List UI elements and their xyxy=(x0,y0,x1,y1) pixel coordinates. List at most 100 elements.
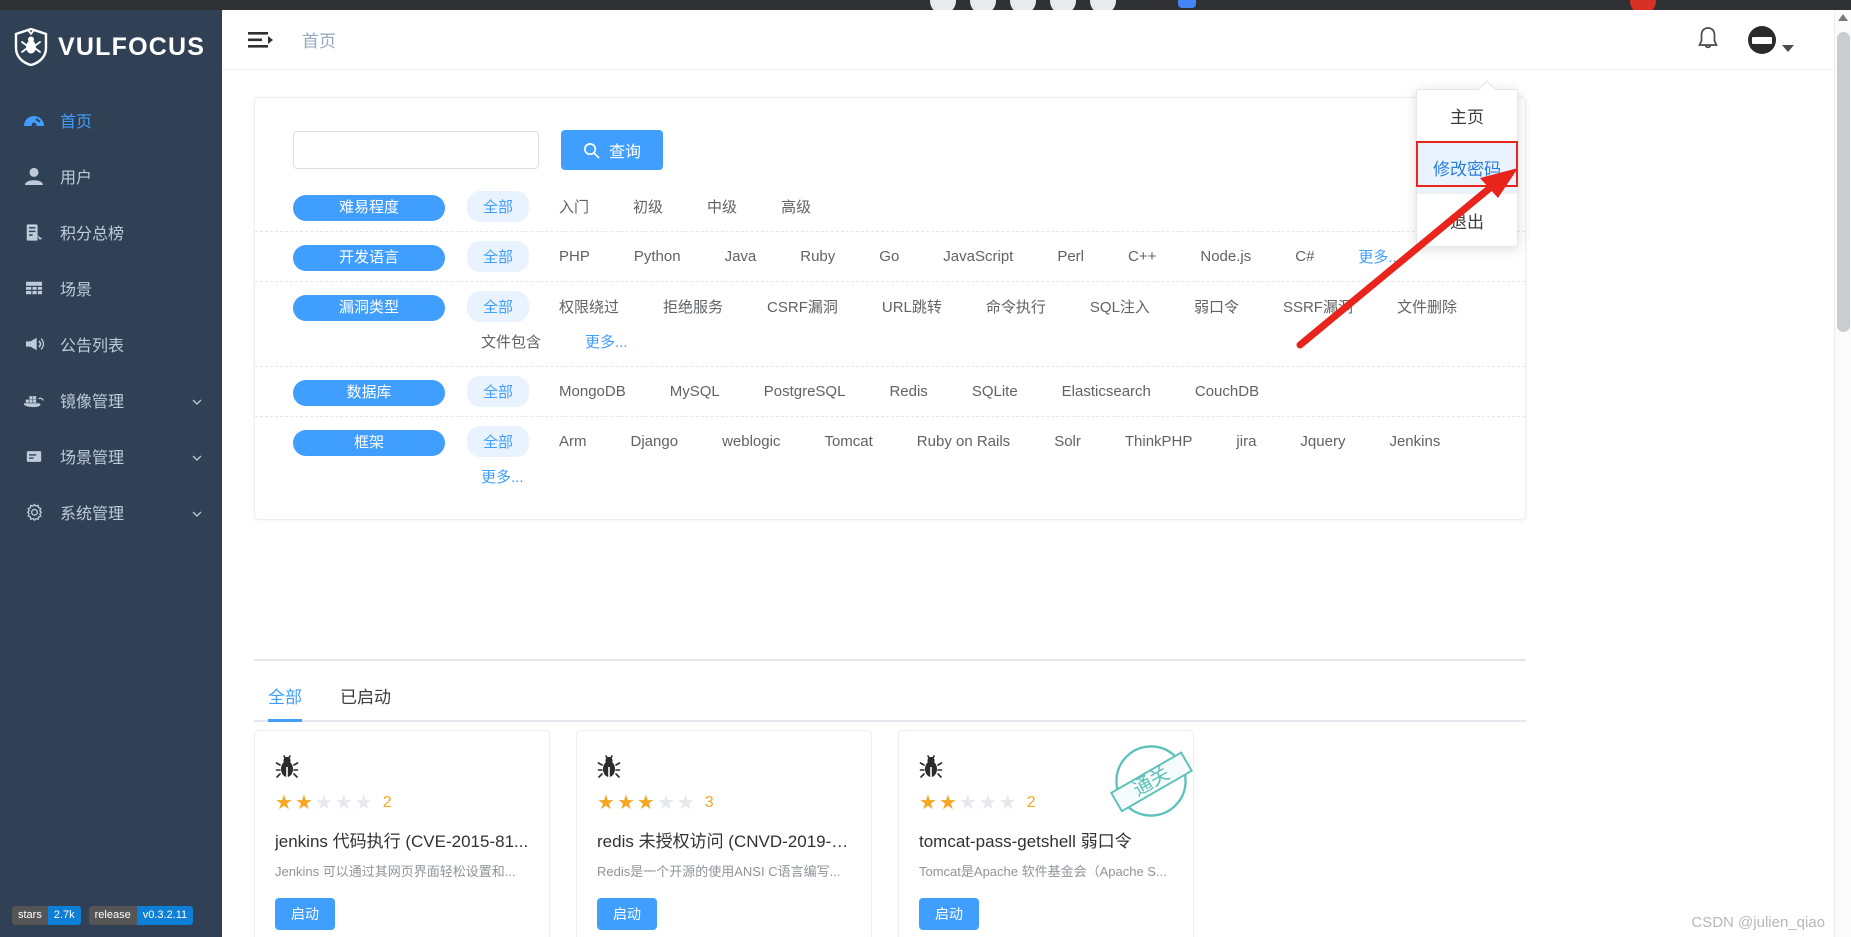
card-description: Tomcat是Apache 软件基金会（Apache S... xyxy=(919,864,1167,879)
filter-chip[interactable]: Jenkins xyxy=(1375,428,1454,455)
sidebar-item-ranking[interactable]: 积分总榜 xyxy=(0,204,222,260)
filter-chip[interactable]: 中级 xyxy=(693,191,751,222)
filter-chip[interactable]: Python xyxy=(620,243,695,270)
filter-chip[interactable]: PostgreSQL xyxy=(750,378,860,405)
release-badge-key: release xyxy=(88,906,137,925)
filter-values: 全部 入门 初级 中级 高级 xyxy=(459,191,833,222)
filter-chip[interactable]: SQLite xyxy=(958,378,1032,405)
filter-chip[interactable]: 全部 xyxy=(467,241,530,272)
sidebar-item-scenes[interactable]: 场景 xyxy=(0,260,222,316)
filter-chip[interactable]: 全部 xyxy=(467,191,530,222)
filter-more-link[interactable]: 更多... xyxy=(1344,241,1415,272)
filter-chip[interactable]: Node.js xyxy=(1186,243,1265,270)
filter-chip[interactable]: JavaScript xyxy=(929,243,1027,270)
filter-key-label: 漏洞类型 xyxy=(293,295,445,321)
sidebar-item-users[interactable]: 用户 xyxy=(0,148,222,204)
scenario-card[interactable]: ★ ★ ★ ★ ★ 2 jenkins 代码执行 (CVE-2015-81... Jenkin… xyxy=(254,730,550,937)
scenario-card[interactable]: ★ ★ ★ ★ ★ 3 redis 未授权访问 (CNVD-2019-2... Redis是一… xyxy=(576,730,872,937)
bell-icon[interactable] xyxy=(1696,26,1722,54)
filter-chip[interactable]: 高级 xyxy=(767,191,825,222)
scenario-card[interactable]: ★ ★ ★ ★ ★ 2 tomcat-pass-getshell 弱口令 Tomcat是Apa… xyxy=(898,730,1194,937)
menu-item-home[interactable]: 主页 xyxy=(1417,90,1517,142)
filter-chip[interactable]: Java xyxy=(711,243,771,270)
grid-icon xyxy=(22,278,46,298)
bug-icon xyxy=(919,753,945,781)
start-button[interactable]: 启动 xyxy=(275,898,335,930)
filter-chip[interactable]: C# xyxy=(1281,243,1328,270)
sidebar-nav: 首页 用户 积分总榜 场景 公告列表 镜像管理 场景管理 系统管理 xyxy=(0,92,222,540)
menu-item-logout[interactable]: 退出 xyxy=(1417,194,1517,246)
filter-chip[interactable]: ThinkPHP xyxy=(1111,428,1207,455)
filter-chip[interactable]: Perl xyxy=(1043,243,1098,270)
filter-chip[interactable]: 全部 xyxy=(467,376,530,407)
filter-chip[interactable]: 拒绝服务 xyxy=(649,291,737,322)
search-input[interactable] xyxy=(293,131,539,169)
caret-down-icon[interactable] xyxy=(1782,44,1794,52)
filter-chip[interactable]: 初级 xyxy=(619,191,677,222)
filter-chip[interactable]: SSRF漏洞 xyxy=(1269,291,1367,322)
filter-chip[interactable]: C++ xyxy=(1114,243,1170,270)
star-icon: ★ xyxy=(656,792,675,814)
filter-chip[interactable]: Go xyxy=(865,243,913,270)
filter-chip[interactable]: Ruby on Rails xyxy=(903,428,1024,455)
tab-all[interactable]: 全部 xyxy=(268,683,302,722)
user-menu-trigger[interactable] xyxy=(1748,25,1794,54)
filter-chip[interactable]: 命令执行 xyxy=(972,291,1060,322)
filter-chip[interactable]: Redis xyxy=(875,378,941,405)
breadcrumb[interactable]: 首页 xyxy=(302,27,336,52)
sidebar-item-home[interactable]: 首页 xyxy=(0,92,222,148)
rating-count: 2 xyxy=(1026,794,1036,811)
filter-chip[interactable]: weblogic xyxy=(708,428,794,455)
page-scrollbar[interactable] xyxy=(1834,10,1851,937)
card-title: tomcat-pass-getshell 弱口令 xyxy=(919,832,1132,851)
filter-chip[interactable]: 全部 xyxy=(467,426,530,457)
star-icon: ★ xyxy=(597,792,615,814)
filter-chip[interactable]: CouchDB xyxy=(1181,378,1273,405)
search-button[interactable]: 查询 xyxy=(561,130,664,170)
sidebar-item-label: 场景 xyxy=(60,282,93,299)
filter-chip[interactable]: 弱口令 xyxy=(1180,291,1253,322)
filter-chip[interactable]: Jquery xyxy=(1286,428,1359,455)
filter-chip[interactable]: 入门 xyxy=(545,191,603,222)
rating-count: 2 xyxy=(382,794,392,811)
sidebar-item-label: 积分总榜 xyxy=(60,226,125,243)
sidebar-item-announcements[interactable]: 公告列表 xyxy=(0,316,222,372)
filter-chip[interactable]: 全部 xyxy=(467,291,530,322)
brand: VULFOCUS xyxy=(0,10,222,84)
filter-chip[interactable]: MySQL xyxy=(656,378,734,405)
scrollbar-thumb[interactable] xyxy=(1837,32,1850,332)
menu-item-change-password[interactable]: 修改密码 xyxy=(1417,142,1517,194)
scroll-up-arrow-icon[interactable] xyxy=(1838,14,1848,21)
filter-chip[interactable]: URL跳转 xyxy=(868,291,956,322)
filter-chip[interactable]: MongoDB xyxy=(545,378,640,405)
sidebar-item-system-management[interactable]: 系统管理 xyxy=(0,484,222,540)
filter-chip[interactable]: Solr xyxy=(1040,428,1095,455)
rating-count: 3 xyxy=(704,794,714,811)
main-content: 查询 难易程度 全部 入门 初级 中级 高级 开发语言 全部 PHP Python Java Ruby… xyxy=(222,70,1834,937)
filter-chip[interactable]: SQL注入 xyxy=(1076,291,1164,322)
rating-stars: ★ ★ ★ ★ ★ 2 xyxy=(275,793,529,813)
sidebar-item-scene-management[interactable]: 场景管理 xyxy=(0,428,222,484)
filter-more-link[interactable]: 更多... xyxy=(467,461,538,492)
hamburger-icon[interactable] xyxy=(248,29,274,51)
start-button[interactable]: 启动 xyxy=(597,898,657,930)
tab-started[interactable]: 已启动 xyxy=(340,683,391,720)
filter-chip[interactable]: PHP xyxy=(545,243,604,270)
filter-chip[interactable]: CSRF漏洞 xyxy=(753,291,852,322)
filter-chip[interactable]: jira xyxy=(1222,428,1270,455)
start-button[interactable]: 启动 xyxy=(919,898,979,930)
sidebar-item-image-management[interactable]: 镜像管理 xyxy=(0,372,222,428)
filter-chip[interactable]: Elasticsearch xyxy=(1048,378,1165,405)
filter-chip[interactable]: 文件删除 xyxy=(1383,291,1471,322)
filter-chip[interactable]: Tomcat xyxy=(810,428,886,455)
filter-chip[interactable]: Arm xyxy=(545,428,601,455)
filter-row: 数据库 全部 MongoDB MySQL PostgreSQL Redis SQLite El… xyxy=(255,367,1525,417)
filter-chip[interactable]: 权限绕过 xyxy=(545,291,633,322)
star-icon: ★ xyxy=(294,792,313,814)
filter-more-link[interactable]: 更多... xyxy=(571,326,642,357)
filter-chip[interactable]: 文件包含 xyxy=(467,326,555,357)
filter-values: 全部 权限绕过 拒绝服务 CSRF漏洞 URL跳转 命令执行 SQL注入 弱口令 SSRF漏洞文… xyxy=(459,291,1525,357)
filter-chip[interactable]: Ruby xyxy=(786,243,849,270)
star-icon: ★ xyxy=(334,792,353,814)
filter-chip[interactable]: Django xyxy=(617,428,693,455)
